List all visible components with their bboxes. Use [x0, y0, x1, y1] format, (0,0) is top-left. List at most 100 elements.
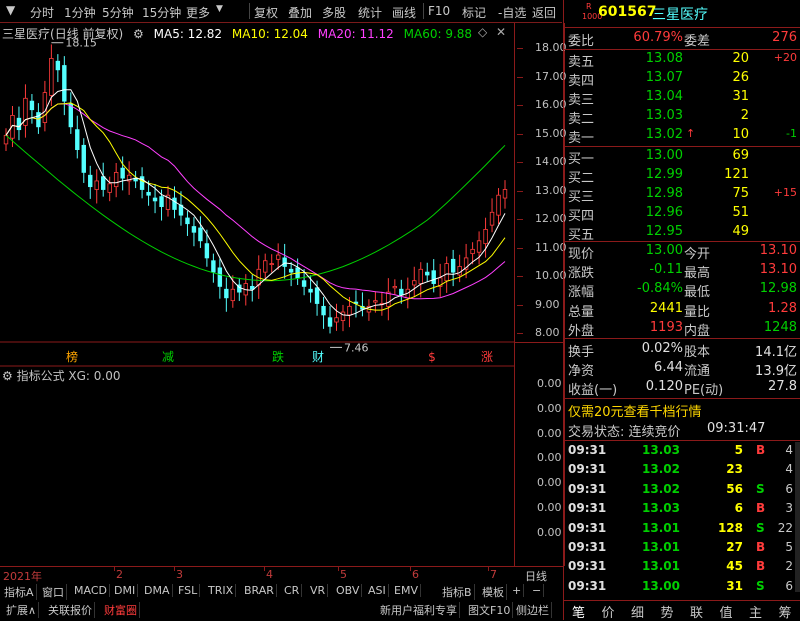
- book-price: 12.95: [645, 224, 683, 239]
- date-tick: [114, 567, 115, 571]
- date-tick: [488, 567, 489, 571]
- stat-label: 净资: [568, 364, 595, 380]
- stat-value-2: 1.28: [768, 300, 797, 316]
- candle-body: [211, 260, 216, 273]
- price-tick: 8.00: [517, 326, 560, 339]
- tab-fenshi[interactable]: 分时: [30, 4, 54, 21]
- indicator-tab[interactable]: 指标A: [2, 584, 37, 600]
- tab-5min[interactable]: 5分钟: [102, 4, 134, 21]
- stat-label-2: 最低: [684, 285, 711, 301]
- promo-link[interactable]: 仅需20元查看千档行情: [568, 401, 702, 420]
- indicator-tab[interactable]: ASI: [366, 584, 389, 597]
- stat-label: 外盘: [568, 323, 595, 339]
- stat-row: 涨幅 -0.84% 最低 12.98: [564, 281, 800, 301]
- extension-tab[interactable]: 新用户福利专享: [378, 602, 460, 618]
- book-volume: 26: [732, 70, 749, 85]
- mark-button[interactable]: 标记: [462, 4, 486, 21]
- quote-nav-tab[interactable]: 价: [602, 602, 615, 621]
- stat-value-2: 14.1亿: [755, 345, 797, 360]
- fuquan-button[interactable]: 复权: [254, 4, 278, 21]
- book-row[interactable]: 买五 12.95 49: [564, 224, 800, 243]
- tick-scrollbar[interactable]: [795, 442, 800, 592]
- promo-row[interactable]: 仅需20元查看千档行情: [564, 401, 800, 420]
- period-label[interactable]: 日线: [525, 568, 547, 584]
- multi-stock-button[interactable]: 多股: [322, 4, 346, 21]
- draw-button[interactable]: 画线: [392, 4, 416, 21]
- chart-close-icon[interactable]: ✕: [496, 25, 506, 39]
- book-row[interactable]: 卖五 13.08 20 +20: [564, 51, 800, 70]
- tick-row: 09:31 13.03 6 B 3: [564, 501, 800, 519]
- stat-label: 涨跌: [568, 266, 595, 282]
- price-tick: 17.00: [517, 69, 567, 83]
- quote-nav-tab[interactable]: 联: [690, 602, 703, 621]
- indicator-tab[interactable]: FSL: [176, 584, 201, 597]
- tick-time: 09:31: [568, 559, 607, 574]
- indicator-tab[interactable]: TRIX: [206, 584, 237, 597]
- indicator-tab[interactable]: VR: [308, 584, 329, 597]
- watchlist-button[interactable]: -自选: [498, 4, 526, 21]
- indicator-tab[interactable]: BRAR: [242, 584, 277, 597]
- quote-nav-tab[interactable]: 笔: [572, 602, 585, 621]
- quote-nav-tab[interactable]: 筹: [779, 602, 792, 621]
- candle-body: [120, 167, 125, 179]
- indicator-tab[interactable]: CR: [282, 584, 303, 597]
- quote-nav-tab[interactable]: 值: [720, 602, 733, 621]
- tab-1min[interactable]: 1分钟: [64, 4, 96, 21]
- tab-more[interactable]: 更多: [186, 4, 210, 21]
- date-label: 5: [340, 568, 347, 581]
- tick-price: 13.02: [642, 481, 680, 496]
- event-marker: 榜: [66, 349, 78, 364]
- extension-tab[interactable]: 关联报价: [46, 602, 95, 618]
- indicator-tab[interactable]: EMV: [392, 584, 421, 597]
- indicator-tab[interactable]: 模板: [480, 584, 507, 600]
- book-row[interactable]: 买二 12.99 121: [564, 167, 800, 186]
- indicator-tab[interactable]: 指标B: [440, 584, 475, 600]
- quote-nav-tab[interactable]: 势: [661, 602, 674, 621]
- overlay-button[interactable]: 叠加: [288, 4, 312, 21]
- menu-arrow-icon[interactable]: ▼: [6, 3, 15, 17]
- price-tick: 12.00: [517, 212, 567, 225]
- stats-button[interactable]: 统计: [358, 4, 382, 21]
- stat-value: 0.02%: [641, 341, 683, 356]
- book-row[interactable]: 买三 12.98 75 +15: [564, 186, 800, 205]
- quote-nav-tab[interactable]: 主: [749, 602, 762, 621]
- extension-tab[interactable]: 财富圈: [102, 602, 140, 618]
- back-button[interactable]: 返回: [532, 4, 556, 21]
- indicator-tab[interactable]: DMI: [112, 584, 139, 597]
- stat-value: 2441: [649, 300, 683, 316]
- candle-body: [373, 300, 378, 303]
- candle-body: [275, 254, 281, 260]
- indicator-formula-label: 指标公式 XG: 0.00: [16, 369, 121, 383]
- settings-gear-icon[interactable]: ⚙: [133, 27, 144, 41]
- indicator-tab[interactable]: −: [530, 584, 545, 597]
- indicator-tab[interactable]: DMA: [142, 584, 173, 597]
- book-row[interactable]: 买四 12.96 51: [564, 205, 800, 224]
- indicator-tab[interactable]: OBV: [334, 584, 363, 597]
- more-arrow-icon[interactable]: ▼: [216, 4, 223, 14]
- tick-volume: 45: [726, 559, 743, 574]
- book-row[interactable]: 卖四 13.07 26: [564, 70, 800, 89]
- extension-tab[interactable]: 侧边栏: [514, 602, 552, 618]
- book-row[interactable]: 卖三 13.04 31: [564, 89, 800, 108]
- book-row[interactable]: 卖二 13.03 2: [564, 108, 800, 127]
- book-row[interactable]: 买一 13.00 69: [564, 148, 800, 167]
- chart-diamond-icon[interactable]: ◇: [478, 25, 487, 39]
- book-row[interactable]: 卖一 13.02 10 -1: [564, 127, 800, 146]
- date-tick: [264, 567, 265, 571]
- kline-chart[interactable]: 18.15 7.46 榜减跌财 $ 涨: [0, 23, 514, 566]
- stat-value-2: 13.10: [759, 243, 797, 258]
- f10-button[interactable]: F10: [428, 4, 450, 18]
- weicha-value: 276: [772, 30, 797, 45]
- chart-title-bar: 三星医疗(日线 前复权) ⚙ MA5: 12.82 MA10: 12.04 MA…: [2, 25, 478, 42]
- ma20-label: MA20: 11.12: [317, 27, 394, 41]
- extension-tab[interactable]: 图文F10: [466, 602, 514, 618]
- tab-15min[interactable]: 15分钟: [142, 4, 181, 21]
- extension-tab[interactable]: 扩展∧: [4, 602, 40, 618]
- indicator-tab[interactable]: +: [510, 584, 525, 597]
- candle-body: [230, 288, 236, 302]
- indicator-gear-icon[interactable]: ⚙: [2, 369, 13, 383]
- quote-nav-tab[interactable]: 细: [631, 602, 644, 621]
- indicator-tab[interactable]: MACD: [72, 584, 110, 597]
- indicator-tab[interactable]: 窗口: [40, 584, 67, 600]
- price-tick: 13.00: [517, 183, 567, 197]
